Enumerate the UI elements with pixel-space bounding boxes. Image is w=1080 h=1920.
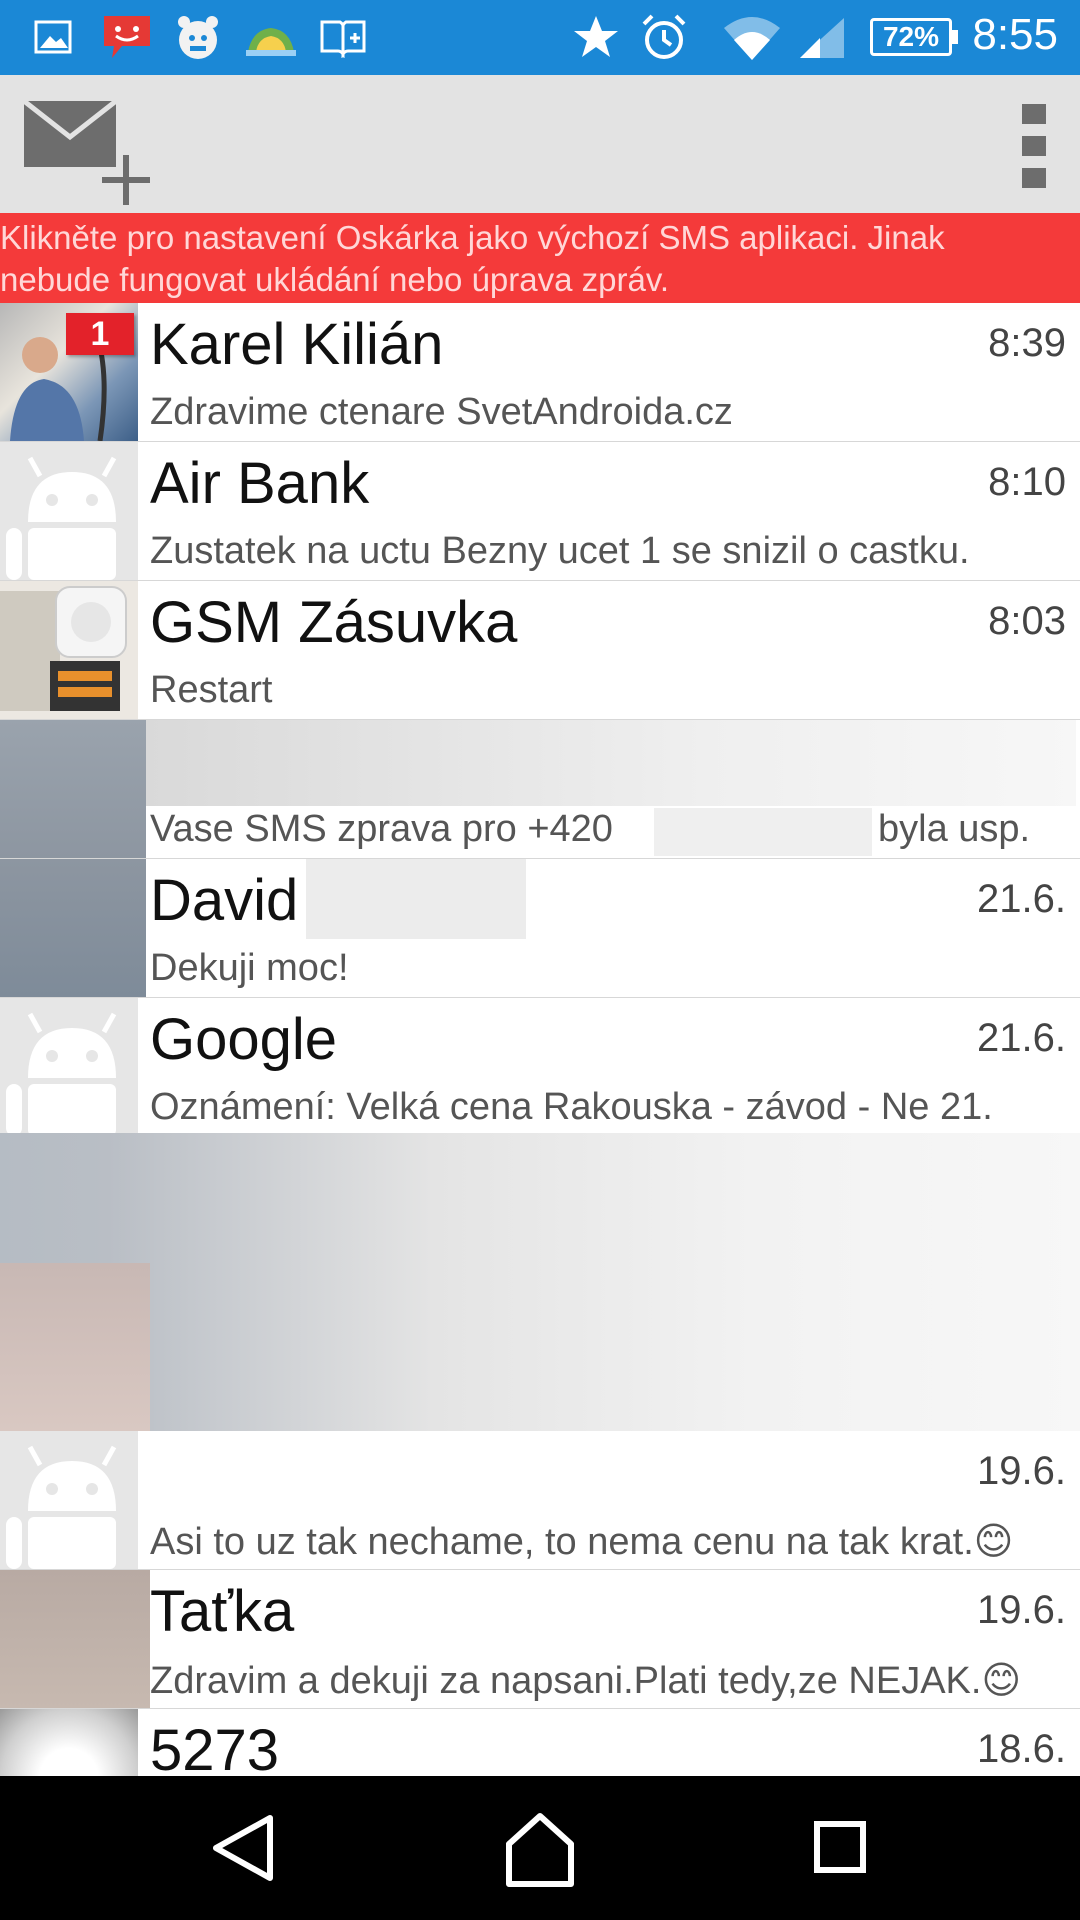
android-placeholder-icon bbox=[6, 456, 117, 580]
redacted-conversations bbox=[0, 1133, 1080, 1431]
status-bar: 72% 8:55 bbox=[0, 0, 1080, 75]
message-snippet: Zustatek na uctu Bezny ucet 1 se snizil … bbox=[150, 530, 970, 572]
sms-notification-icon bbox=[104, 16, 150, 58]
redacted-surname bbox=[306, 859, 526, 939]
message-time: 8:10 bbox=[988, 460, 1066, 504]
message-snippet: Dekuji moc! bbox=[150, 947, 349, 989]
star-icon bbox=[574, 16, 618, 57]
contact-name: David bbox=[150, 868, 299, 933]
message-snippet: Asi to uz tak nechame, to nema cenu na t… bbox=[150, 1521, 1014, 1563]
message-time: 21.6. bbox=[977, 1016, 1066, 1060]
unread-badge: 1 bbox=[66, 313, 134, 355]
weather-icon bbox=[246, 28, 296, 56]
conversation-row[interactable]: Vase SMS zprava pro +420 byla usp. bbox=[0, 720, 1080, 859]
contact-name: 5273 bbox=[150, 1718, 280, 1776]
home-icon[interactable] bbox=[495, 1806, 585, 1890]
alarm-app-icon bbox=[178, 16, 218, 59]
redacted-avatar bbox=[0, 1263, 150, 1431]
avatar[interactable] bbox=[0, 581, 138, 719]
message-time: 18.6. bbox=[977, 1727, 1066, 1771]
conversation-row[interactable]: David 21.6. Dekuji moc! bbox=[0, 859, 1080, 998]
default-sms-app-banner[interactable]: Klikněte pro nastavení Oskárka jako vých… bbox=[0, 213, 1080, 303]
conversation-row[interactable]: 19.6. Asi to uz tak nechame, to nema cen… bbox=[0, 1431, 1080, 1570]
device-photo bbox=[0, 586, 127, 711]
battery-icon: 72% bbox=[870, 18, 958, 56]
contact-name: Taťka bbox=[150, 1579, 295, 1644]
message-time: 19.6. bbox=[977, 1449, 1066, 1493]
contact-name: Karel Kilián bbox=[150, 312, 444, 377]
message-snippet-suffix: byla usp. bbox=[878, 808, 1031, 850]
clock: 8:55 bbox=[972, 10, 1058, 59]
conversation-row[interactable]: 5273 18.6. bbox=[0, 1709, 1080, 1776]
new-message-icon[interactable] bbox=[22, 95, 152, 205]
redacted-number bbox=[654, 808, 872, 856]
contact-name: GSM Zásuvka bbox=[150, 590, 518, 655]
avatar[interactable] bbox=[0, 1709, 138, 1776]
contact-name: Air Bank bbox=[150, 451, 370, 516]
avatar[interactable] bbox=[0, 859, 146, 997]
conversation-list: 1 Karel Kilián 8:39 Zdravime ctenare Sve… bbox=[0, 303, 1080, 1776]
avatar[interactable] bbox=[0, 998, 138, 1136]
avatar[interactable] bbox=[0, 442, 138, 580]
message-snippet: Zdravim a dekuji za napsani.Plati tedy,z… bbox=[150, 1660, 1022, 1702]
message-time: 8:03 bbox=[988, 599, 1066, 643]
action-bar bbox=[0, 75, 1080, 213]
banner-line-1: Klikněte pro nastavení Oskárka jako vých… bbox=[0, 219, 945, 256]
message-snippet: Oznámení: Velká cena Rakouska - závod - … bbox=[150, 1086, 993, 1128]
overflow-menu-icon[interactable] bbox=[1014, 100, 1054, 190]
conversation-row[interactable]: 1 Karel Kilián 8:39 Zdravime ctenare Sve… bbox=[0, 303, 1080, 442]
battery-level: 72% bbox=[882, 21, 940, 52]
conversation-row[interactable]: Air Bank 8:10 Zustatek na uctu Bezny uce… bbox=[0, 442, 1080, 581]
redacted-name bbox=[146, 720, 1076, 806]
back-icon[interactable] bbox=[200, 1806, 290, 1890]
banner-line-2: nebude fungovat ukládání nebo úprava zpr… bbox=[0, 261, 670, 298]
conversation-row[interactable]: Taťka 19.6. Zdravim a dekuji za napsani.… bbox=[0, 1570, 1080, 1709]
book-icon bbox=[320, 20, 366, 58]
conversation-row[interactable]: Google 21.6. Oznámení: Velká cena Rakous… bbox=[0, 998, 1080, 1137]
signal-icon bbox=[800, 18, 844, 58]
message-snippet: Vase SMS zprava pro +420 bbox=[150, 808, 613, 851]
gallery-icon bbox=[34, 20, 72, 54]
android-placeholder-icon bbox=[6, 1012, 117, 1136]
conversation-row[interactable]: GSM Zásuvka 8:03 Restart bbox=[0, 581, 1080, 720]
contact-name: Google bbox=[150, 1007, 338, 1072]
message-time: 19.6. bbox=[977, 1588, 1066, 1632]
navigation-bar bbox=[0, 1776, 1080, 1920]
recents-icon[interactable] bbox=[795, 1806, 885, 1890]
message-time: 21.6. bbox=[977, 877, 1066, 921]
wifi-icon bbox=[724, 17, 780, 60]
message-snippet: Zdravime ctenare SvetAndroida.cz bbox=[150, 391, 733, 433]
avatar[interactable] bbox=[0, 720, 146, 858]
avatar[interactable] bbox=[0, 1570, 150, 1708]
message-time: 8:39 bbox=[988, 321, 1066, 365]
message-snippet-prefix: Vase SMS zprava pro +420 bbox=[150, 808, 613, 850]
message-snippet: Restart bbox=[150, 669, 273, 711]
android-placeholder-icon bbox=[6, 1445, 117, 1569]
alarm-clock-icon bbox=[642, 14, 686, 59]
avatar[interactable] bbox=[0, 1431, 138, 1569]
